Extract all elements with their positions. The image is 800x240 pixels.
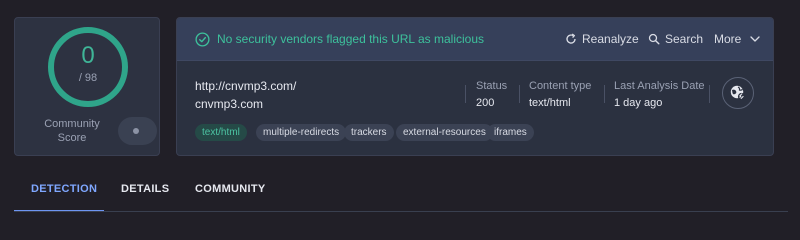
analyzed-url: http://cnvmp3.com/ [195,79,297,93]
tag-external-resources[interactable]: external-resources [396,124,493,141]
divider [519,85,520,103]
status-label: Status [476,80,508,92]
divider [709,85,710,103]
divider [465,85,466,103]
content-type-value: text/html [529,97,571,109]
check-circle-icon [195,32,210,47]
score-ring: 0 / 98 [48,27,128,107]
reanalyze-label: Reanalyze [582,32,639,46]
community-score-card: 0 / 98 Community Score [14,17,160,156]
tab-details[interactable]: DETAILS [121,183,169,195]
tab-detection[interactable]: DETECTION [31,183,97,195]
search-icon [648,33,660,45]
chevron-down-icon [750,36,760,42]
last-analysis-value: 1 day ago [614,97,663,109]
score-total: / 98 [78,72,98,84]
score-value: 0 [81,42,95,69]
url-analysis-card: No security vendors flagged this URL as … [176,17,774,156]
community-score-label: Community Score [44,118,100,144]
reanalyze-button[interactable]: Reanalyze [565,32,639,46]
tabs-divider [14,211,788,212]
divider [604,85,605,103]
tag-iframes[interactable]: iframes [487,124,534,141]
verdict-banner: No security vendors flagged this URL as … [177,18,773,61]
vote-dot-icon [133,128,139,134]
globe-link-icon [730,85,746,101]
tag-trackers[interactable]: trackers [344,124,394,141]
tag-multiple-redirects[interactable]: multiple-redirects [256,124,347,141]
search-button[interactable]: Search [648,32,703,46]
last-analysis-label: Last Analysis Date [614,80,705,92]
content-type-label: Content type [529,80,592,92]
community-vote-toggle[interactable] [118,117,157,145]
search-label: Search [665,32,704,46]
status-value: 200 [476,97,495,109]
more-label: More [714,32,742,46]
more-menu-button[interactable]: More [714,32,761,46]
tab-community[interactable]: COMMUNITY [195,183,266,195]
verdict-message: No security vendors flagged this URL as … [217,32,485,46]
reanalyze-icon [566,33,576,44]
analyzed-domain: cnvmp3.com [195,97,264,111]
url-graph-button[interactable] [722,77,754,109]
tag-text-html[interactable]: text/html [195,124,247,141]
